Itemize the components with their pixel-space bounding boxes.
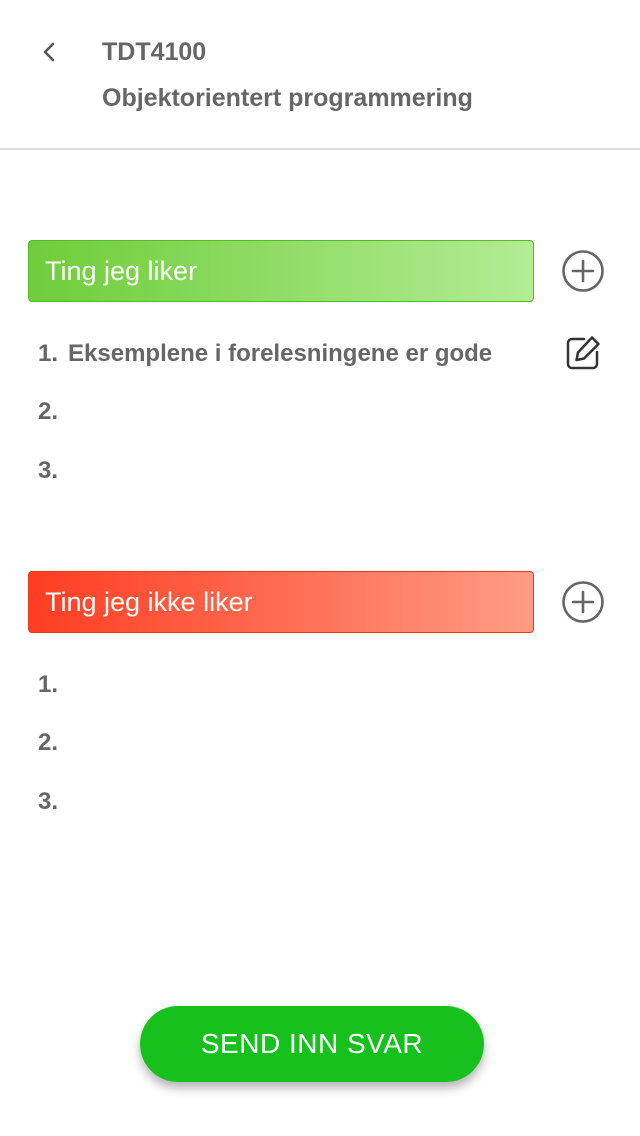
like-item-2: 2. [38,398,68,426]
dislikes-section-title: Ting jeg ikke liker [45,586,253,617]
dislike-item-3: 3. [38,788,68,816]
likes-section-title: Ting jeg liker [45,255,198,286]
course-name: Objektorientert programmering [102,84,473,112]
likes-section-header: Ting jeg liker [28,240,534,302]
like-item-number: 1. [38,340,59,367]
course-code: TDT4100 [102,38,207,66]
like-item-3: 3. [38,457,68,485]
submit-answers-button[interactable]: SEND INN SVAR [140,1006,484,1082]
dislike-item-number: 1. [38,671,59,698]
like-item-number: 3. [38,457,59,484]
like-item-1: 1. Eksemplene i forelesningene er gode [38,340,492,368]
edit-like-button[interactable] [564,334,602,372]
dislike-item-2: 2. [38,729,68,757]
dislike-item-number: 2. [38,729,59,756]
add-circle-icon [562,581,604,623]
edit-icon [566,336,600,370]
chevron-left-icon [43,42,55,62]
app-header: TDT4100 Objektorientert programmering [0,0,640,150]
like-item-text: Eksemplene i forelesningene er gode [68,340,493,367]
add-like-button[interactable] [560,248,606,294]
add-dislike-button[interactable] [560,579,606,625]
like-item-number: 2. [38,398,59,425]
dislike-item-number: 3. [38,788,59,815]
add-circle-icon [562,250,604,292]
dislike-item-1: 1. [38,671,68,699]
dislikes-section-header: Ting jeg ikke liker [28,571,534,633]
back-button[interactable] [30,32,70,72]
